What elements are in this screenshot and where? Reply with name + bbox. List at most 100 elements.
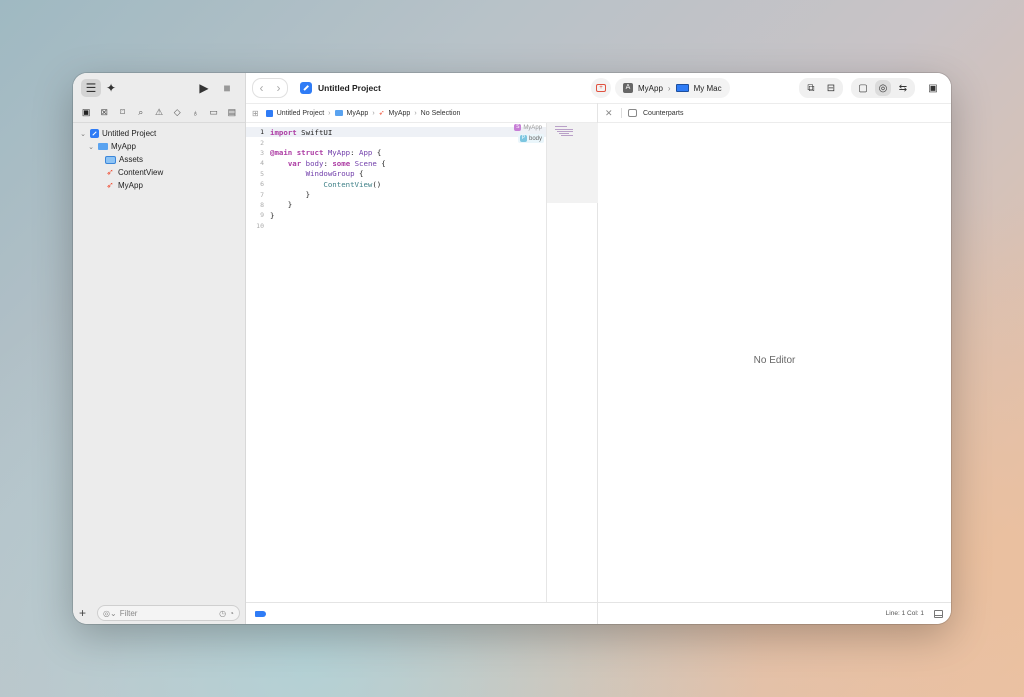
minimap-line [555, 129, 573, 130]
app-icon: A [623, 83, 633, 93]
tree-item-assets[interactable]: Assets [73, 153, 245, 166]
minimap-line [555, 126, 567, 127]
close-icon[interactable]: ✕ [605, 108, 615, 119]
code-token: () [372, 179, 382, 189]
chevron-down-icon[interactable]: ⌄ [87, 143, 95, 151]
issues-button[interactable]: + [591, 78, 611, 98]
code-line[interactable]: 5 WindowGroup { [246, 169, 546, 179]
code-token: MyApp [327, 148, 351, 158]
forward-icon[interactable]: › [270, 81, 287, 95]
tree-item-folder-myapp[interactable]: ⌄ MyApp [73, 140, 245, 153]
code-token: some [332, 158, 351, 168]
code-line[interactable]: 10 [246, 221, 546, 231]
activity-area: + A MyApp › My Mac [591, 78, 730, 98]
minimap-line [561, 135, 573, 136]
breakpoint-icon[interactable]: ▭ [207, 106, 221, 119]
swift-file-icon: ➶ [106, 167, 114, 177]
sidebar-footer: + ◎⌄ Filter ◷ ◔ [73, 602, 246, 624]
jumpbar-item[interactable]: MyApp [347, 110, 369, 117]
assistant-icon[interactable]: ◎ [875, 80, 891, 96]
add-file-button[interactable]: + [79, 606, 91, 620]
source-control-icon[interactable]: ⊠ [97, 106, 111, 119]
test-icon[interactable]: ◇ [170, 106, 184, 119]
column-number: Col: 1 [907, 610, 924, 617]
code-token: : [323, 158, 333, 168]
line-number: 3 [260, 148, 264, 157]
project-navigator-icon[interactable]: ▣ [79, 106, 93, 119]
line-number: 4 [260, 159, 264, 168]
canvas-icon[interactable]: ▢ [855, 80, 871, 96]
report-icon[interactable]: ▤ [225, 106, 239, 119]
inspector-toggle-icon[interactable]: ▣ [923, 78, 943, 98]
run-button[interactable]: ▶ [194, 79, 214, 97]
filter-icon: ◎⌄ [103, 608, 117, 618]
back-icon[interactable]: ‹ [253, 81, 270, 95]
jumpbar-item[interactable]: Untitled Project [277, 110, 324, 117]
jumpbar-item[interactable]: MyApp [389, 110, 411, 117]
jumpbar-item[interactable]: No Selection [421, 110, 461, 117]
code-token: { [376, 158, 386, 168]
issue-icon[interactable]: ⚠ [152, 106, 166, 119]
line-number: 2 [260, 138, 264, 147]
coding-assistant-icon[interactable]: ✦ [101, 79, 121, 97]
line-number: 9 [260, 211, 264, 220]
review-icon[interactable]: ⇆ [895, 80, 911, 96]
minimap-line [559, 133, 569, 134]
code-line[interactable]: 3 @main struct MyApp: App { [246, 148, 546, 158]
code-line[interactable]: 9} [246, 210, 546, 220]
project-icon [300, 82, 312, 94]
related-items-icon[interactable]: ⊞ [252, 109, 259, 118]
minimap-line [557, 131, 573, 132]
debug-area-toggle-icon[interactable] [934, 609, 943, 618]
code-line[interactable]: 4 var body: some Scene { [246, 158, 546, 168]
code-line[interactable]: 1 import SwiftUI [246, 127, 546, 138]
no-editor-message: No Editor [753, 355, 796, 366]
tree-item-label: Untitled Project [102, 129, 157, 138]
folder-icon [334, 110, 343, 116]
editor-options-icon[interactable]: ⊟ [823, 80, 839, 96]
debug-bar [246, 602, 598, 624]
tree-item-myapp-file[interactable]: ➶ MyApp [73, 179, 245, 192]
status-bar: Line: 1 Col: 1 [598, 602, 951, 624]
property-badge[interactable]: P body [517, 134, 544, 143]
library-icon[interactable]: ⧉ [803, 80, 819, 96]
filter-field[interactable]: ◎⌄ Filter ◷ ◔ [97, 605, 240, 621]
chevron-right-icon: › [667, 83, 671, 93]
debug-icon[interactable]: ♁ [188, 106, 202, 119]
code-token: import [270, 127, 297, 137]
code-line[interactable]: 7 } [246, 189, 546, 199]
tree-item-project[interactable]: ⌄ Untitled Project [73, 127, 245, 140]
code-token: } [270, 190, 311, 200]
destination-label: My Mac [693, 83, 722, 93]
code-editor[interactable]: 1 import SwiftUI 2 3 @main struct MyApp: App… [246, 123, 546, 602]
code-line[interactable]: 2 [246, 137, 546, 147]
stop-button[interactable]: ■ [217, 79, 237, 97]
code-token: Scene [354, 158, 377, 168]
scheme-selector[interactable]: A MyApp › My Mac [615, 78, 730, 98]
minimap[interactable] [546, 123, 598, 203]
badge-label: MyApp [523, 124, 542, 131]
structure-badges: S MyApp P body [512, 123, 544, 143]
find-icon[interactable]: ⌕ [134, 106, 148, 119]
filter-input[interactable]: Filter [120, 609, 216, 618]
code-line[interactable]: 6 ContentView() [246, 179, 546, 189]
line-number: Line: 1 [885, 610, 906, 617]
breakpoints-toggle-icon[interactable] [255, 610, 266, 617]
tree-item-contentview[interactable]: ➶ ContentView [73, 166, 245, 179]
bookmark-icon[interactable]: ⌑ [115, 106, 129, 119]
tree-item-label: ContentView [118, 168, 164, 177]
recent-files-icon[interactable]: ◷ [219, 609, 226, 618]
struct-badge[interactable]: S MyApp [512, 123, 544, 132]
chevron-down-icon[interactable]: ⌄ [79, 130, 87, 138]
toggle-navigator-icon[interactable]: ☰ [81, 79, 101, 97]
library-group: ⧉ ⊟ [799, 78, 843, 98]
code-token: ContentView [323, 179, 373, 189]
source-control-filter-icon[interactable]: ◔ [229, 609, 234, 618]
tree-item-label: MyApp [111, 142, 136, 151]
code-line[interactable]: 8 } [246, 200, 546, 210]
laptop-icon [675, 84, 689, 92]
counterparts-menu[interactable]: Counterparts [643, 110, 683, 117]
folder-icon [98, 143, 108, 150]
